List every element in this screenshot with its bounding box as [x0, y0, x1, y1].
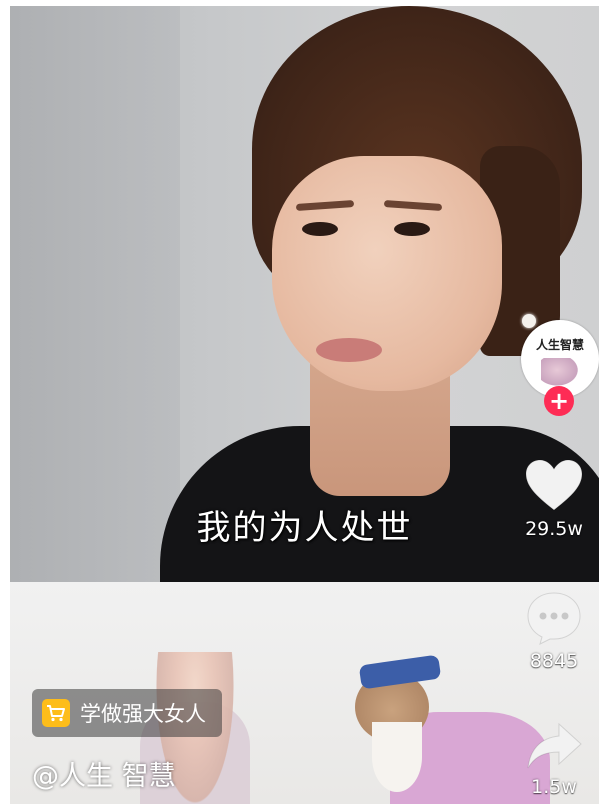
- shop-label: 学做强大女人: [80, 702, 206, 726]
- avatar-text: 人生智慧: [535, 338, 584, 352]
- creator-handle[interactable]: @人生 智慧: [32, 754, 176, 793]
- action-rail: 人生智慧 + 29.5w 8845 1.5w: [509, 6, 599, 804]
- share-count: 1.5w: [531, 776, 577, 798]
- figure-lips: [316, 338, 382, 362]
- heart-icon: [525, 459, 583, 511]
- avatar-art: [541, 358, 581, 388]
- comment-icon: [527, 592, 581, 645]
- plus-icon: +: [548, 387, 570, 415]
- painting-figure-beard: [372, 722, 422, 792]
- share-icon: [527, 722, 582, 769]
- right-eye: [394, 222, 430, 236]
- background-wall: [10, 6, 180, 582]
- figure-face: [272, 156, 502, 391]
- like-button[interactable]: 29.5w: [509, 458, 599, 540]
- shop-link[interactable]: 学做强大女人: [32, 689, 222, 737]
- comment-count: 8845: [529, 650, 579, 672]
- comment-button[interactable]: 8845: [509, 590, 599, 672]
- follow-button[interactable]: +: [544, 386, 574, 416]
- like-count: 29.5w: [525, 518, 583, 540]
- share-button[interactable]: 1.5w: [509, 720, 599, 798]
- left-eye: [302, 222, 338, 236]
- cart-icon: [42, 699, 70, 727]
- video-feed[interactable]: 我的为人处世 人生智慧 + 29.5w 8845 1.5w 学做强大女人 @人生…: [10, 6, 599, 804]
